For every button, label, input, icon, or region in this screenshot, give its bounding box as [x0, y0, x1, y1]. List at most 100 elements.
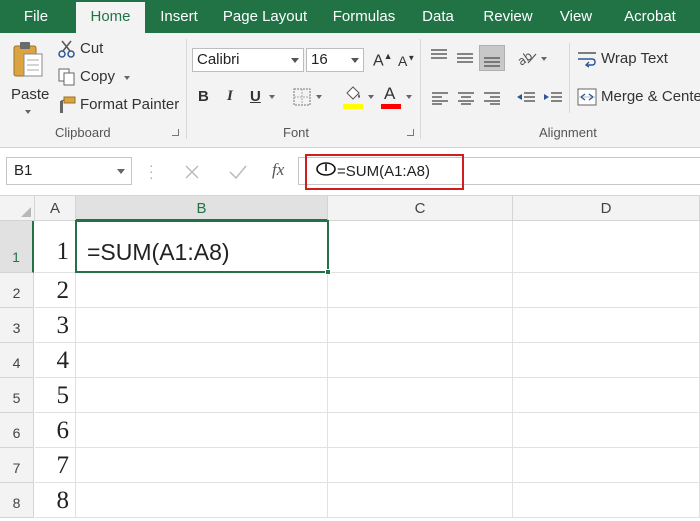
cell-d4[interactable]: [513, 343, 700, 378]
cell-a2[interactable]: 2: [35, 273, 76, 308]
format-painter-icon: [60, 96, 76, 113]
middle-align-icon[interactable]: [456, 51, 474, 65]
row-header-3[interactable]: 3: [0, 308, 34, 343]
align-left-icon[interactable]: [431, 91, 449, 105]
row-header-7[interactable]: 7: [0, 448, 34, 483]
increase-font-size-icon[interactable]: A▲: [373, 51, 393, 70]
tab-acrobat[interactable]: Acrobat: [610, 0, 690, 33]
group-divider: [420, 39, 421, 139]
chevron-down-icon[interactable]: [124, 76, 130, 80]
borders-icon[interactable]: [293, 88, 311, 106]
insert-function-button[interactable]: fx: [272, 160, 284, 180]
tab-home[interactable]: Home: [76, 2, 145, 33]
tab-formulas[interactable]: Formulas: [322, 0, 406, 33]
cell-b3[interactable]: [76, 308, 328, 343]
cell-c4[interactable]: [328, 343, 513, 378]
cell-d5[interactable]: [513, 378, 700, 413]
cell-a7[interactable]: 7: [35, 448, 76, 483]
tab-data[interactable]: Data: [412, 0, 464, 33]
dialog-launcher-icon[interactable]: [172, 129, 179, 136]
row-header-5[interactable]: 5: [0, 378, 34, 413]
font-size-dropdown[interactable]: 16: [306, 48, 364, 72]
font-group-label: Font: [283, 125, 310, 140]
top-align-icon[interactable]: [430, 48, 448, 62]
active-cell-b1[interactable]: =SUM(A1:A8): [75, 220, 329, 273]
fill-handle[interactable]: [325, 269, 331, 275]
cell-b4[interactable]: [76, 343, 328, 378]
cell-c5[interactable]: [328, 378, 513, 413]
row-header-8[interactable]: 8: [0, 483, 34, 518]
align-right-icon[interactable]: [483, 91, 501, 105]
decrease-font-size-icon[interactable]: A▼: [398, 53, 415, 69]
cancel-icon[interactable]: [183, 163, 201, 181]
cell-a3[interactable]: 3: [35, 308, 76, 343]
row-header-6[interactable]: 6: [0, 413, 34, 448]
cell-b7[interactable]: [76, 448, 328, 483]
cell-a6[interactable]: 6: [35, 413, 76, 448]
column-header-d[interactable]: D: [513, 196, 700, 221]
font-color-icon[interactable]: A: [384, 84, 395, 104]
chevron-down-icon[interactable]: [541, 57, 547, 61]
bottom-align-button[interactable]: [479, 45, 505, 71]
cell-a8[interactable]: 8: [35, 483, 76, 518]
cell-c1[interactable]: [328, 221, 513, 273]
column-header-b[interactable]: B: [76, 196, 328, 221]
merge-center-button[interactable]: Merge & Center: [601, 88, 700, 105]
wrap-text-button[interactable]: Wrap Text: [601, 50, 668, 67]
select-all-corner[interactable]: [0, 196, 35, 221]
cell-a4[interactable]: 4: [35, 343, 76, 378]
tab-review[interactable]: Review: [472, 0, 544, 33]
chevron-down-icon: [25, 110, 31, 114]
tab-view[interactable]: View: [550, 0, 602, 33]
chevron-down-icon[interactable]: [316, 95, 322, 99]
decrease-indent-icon[interactable]: [516, 91, 536, 105]
cell-a5[interactable]: 5: [35, 378, 76, 413]
italic-button[interactable]: I: [227, 88, 233, 105]
row-header-4[interactable]: 4: [0, 343, 34, 378]
name-box[interactable]: B1: [6, 157, 132, 185]
cell-d6[interactable]: [513, 413, 700, 448]
dialog-launcher-icon[interactable]: [407, 129, 414, 136]
cell-d1[interactable]: [513, 221, 700, 273]
bold-button[interactable]: B: [198, 88, 209, 105]
cell-d2[interactable]: [513, 273, 700, 308]
cell-d3[interactable]: [513, 308, 700, 343]
align-center-icon[interactable]: [457, 91, 475, 105]
cell-c8[interactable]: [328, 483, 513, 518]
copy-button[interactable]: Copy: [80, 68, 115, 85]
chevron-down-icon[interactable]: [269, 95, 275, 99]
tab-page-layout[interactable]: Page Layout: [214, 0, 316, 33]
cell-b2[interactable]: [76, 273, 328, 308]
formula-input[interactable]: =SUM(A1:A8): [305, 154, 464, 190]
enter-checkmark-icon[interactable]: [228, 163, 248, 181]
tab-insert[interactable]: Insert: [148, 0, 210, 33]
chevron-down-icon[interactable]: [406, 95, 412, 99]
row-header-2[interactable]: 2: [0, 273, 34, 308]
cell-c2[interactable]: [328, 273, 513, 308]
cut-button[interactable]: Cut: [80, 40, 103, 57]
cell-c7[interactable]: [328, 448, 513, 483]
column-header-c[interactable]: C: [328, 196, 513, 221]
formula-bar: B1 · · · fx =SUM(A1:A8): [0, 148, 700, 196]
orientation-icon[interactable]: ab: [516, 48, 538, 66]
cell-a1[interactable]: 1: [35, 221, 76, 273]
increase-indent-icon[interactable]: [543, 91, 563, 105]
tab-file[interactable]: File: [0, 0, 72, 33]
font-name-dropdown[interactable]: Calibri: [192, 48, 304, 72]
cell-b8[interactable]: [76, 483, 328, 518]
cell-d8[interactable]: [513, 483, 700, 518]
cell-b6[interactable]: [76, 413, 328, 448]
chevron-down-icon: [351, 58, 359, 63]
cell-c3[interactable]: [328, 308, 513, 343]
underline-button[interactable]: U: [250, 88, 261, 105]
chevron-down-icon[interactable]: [368, 95, 374, 99]
row-header-1[interactable]: 1: [0, 221, 34, 273]
vertical-dots-icon[interactable]: · · ·: [149, 158, 154, 184]
cell-b5[interactable]: [76, 378, 328, 413]
cell-d7[interactable]: [513, 448, 700, 483]
paste-button[interactable]: Paste: [6, 37, 50, 119]
cell-c6[interactable]: [328, 413, 513, 448]
format-painter-button[interactable]: Format Painter: [80, 96, 179, 113]
column-header-a[interactable]: A: [35, 196, 76, 221]
fill-color-icon[interactable]: [343, 84, 363, 106]
